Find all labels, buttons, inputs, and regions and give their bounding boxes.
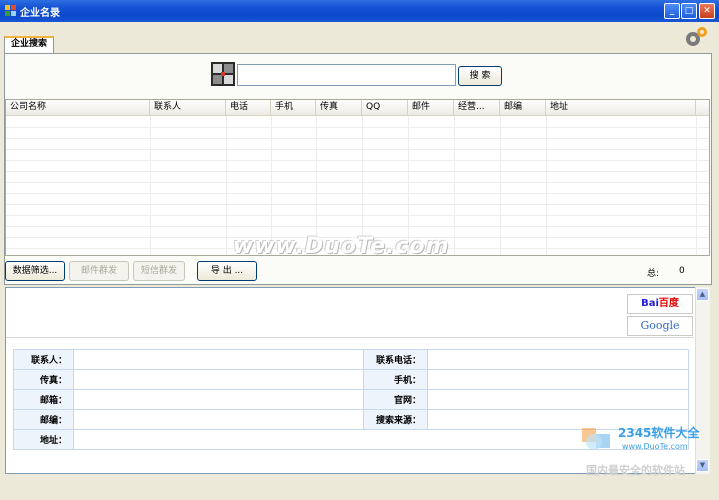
tab-company-search[interactable]: 企业搜索 [4, 36, 54, 53]
zip-value [73, 409, 364, 430]
mobile-label: 手机： [363, 369, 428, 390]
table-row [6, 127, 709, 128]
close-button[interactable]: ✕ [699, 3, 715, 19]
column-header[interactable]: 经营... [454, 100, 500, 116]
site-watermark: 2345软件大全 www.DuoTe.com 国内最安全的软件站 [578, 420, 718, 480]
fax-value [73, 369, 364, 390]
total-label: 总: [647, 269, 660, 279]
table-row [6, 138, 709, 139]
table-row [6, 226, 709, 227]
table-row [6, 182, 709, 183]
app-icon [5, 5, 16, 16]
website-value [427, 389, 689, 410]
scroll-up-arrow-icon[interactable]: ▲ [696, 288, 709, 301]
column-header[interactable]: 邮件 [408, 100, 454, 116]
table-header: 公司名称 联系人 电话 手机 传真 QQ 邮件 经营... 邮编 地址 [6, 100, 709, 116]
table-row [6, 171, 709, 172]
google-search-button[interactable]: Google [627, 316, 693, 336]
title-bar: 企业名录 _ □ ✕ [0, 0, 719, 22]
brand-slogan: 国内最安全的软件站 [586, 464, 685, 477]
mass-sms-button[interactable]: 短信群发 [133, 261, 185, 281]
total-count: 0 [679, 266, 685, 276]
table-row [6, 215, 709, 216]
email-value [73, 389, 364, 410]
column-divider [226, 116, 227, 255]
gear-icon[interactable] [683, 25, 709, 49]
column-header[interactable]: 地址 [546, 100, 696, 116]
table-row [6, 193, 709, 194]
search-button[interactable]: 搜 索 [458, 66, 502, 86]
column-divider [546, 116, 547, 255]
divider [6, 337, 694, 338]
column-header[interactable]: 电话 [226, 100, 271, 116]
source-label: 搜索来源： [363, 409, 428, 430]
baidu-search-button[interactable]: Bai百度 [627, 294, 693, 314]
maximize-button[interactable]: □ [681, 3, 697, 19]
mascot-logo-icon [582, 428, 610, 450]
export-button[interactable]: 导 出 ... [197, 261, 257, 281]
brand-url: www.DuoTe.com [622, 442, 688, 451]
duote-watermark: www.DuoTe.com [233, 234, 450, 259]
table-row [6, 204, 709, 205]
table-row [6, 160, 709, 161]
baidu-logo-text-cn: 百度 [658, 298, 679, 309]
zip-label: 邮编： [13, 409, 74, 430]
mobile-value [427, 369, 689, 390]
column-divider [454, 116, 455, 255]
phone-value [427, 349, 689, 370]
contact-label: 联系人： [13, 349, 74, 370]
contact-value [73, 349, 364, 370]
results-table[interactable]: 公司名称 联系人 电话 手机 传真 QQ 邮件 经营... 邮编 地址 [5, 99, 710, 256]
address-label: 地址： [13, 429, 74, 450]
column-header[interactable]: 手机 [271, 100, 316, 116]
column-header[interactable]: 公司名称 [6, 100, 150, 116]
phone-label: 联系电话： [363, 349, 428, 370]
brand-text: 2345软件大全 [618, 426, 700, 440]
column-header[interactable]: QQ [362, 100, 408, 116]
app-logo-icon [211, 62, 235, 86]
table-row [6, 149, 709, 150]
data-filter-button[interactable]: 数据筛选... [5, 261, 65, 281]
mass-email-button[interactable]: 邮件群发 [69, 261, 129, 281]
minimize-button[interactable]: _ [664, 3, 680, 19]
fax-label: 传真： [13, 369, 74, 390]
search-input[interactable] [237, 64, 456, 86]
column-header[interactable]: 邮编 [500, 100, 546, 116]
column-divider [150, 116, 151, 255]
baidu-logo-text: Bai [641, 298, 659, 309]
email-label: 邮箱： [13, 389, 74, 410]
website-label: 官网： [363, 389, 428, 410]
column-header[interactable]: 联系人 [150, 100, 226, 116]
column-divider [696, 116, 697, 255]
column-divider [500, 116, 501, 255]
window-title: 企业名录 [20, 8, 60, 19]
column-header[interactable]: 传真 [316, 100, 362, 116]
